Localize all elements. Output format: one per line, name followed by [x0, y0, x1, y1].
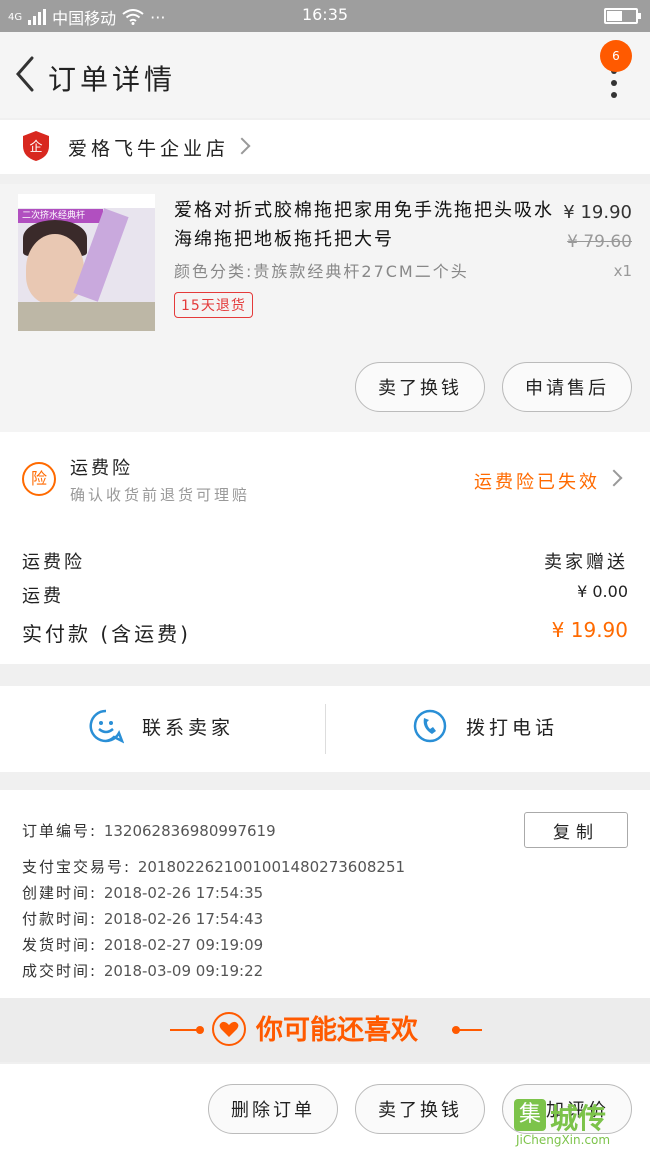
- completed-time-value: 2018-03-09 09:19:22: [103, 962, 264, 980]
- insurance-icon: 险: [22, 462, 56, 496]
- fee-paid-value: ¥ 19.90: [551, 618, 628, 642]
- phone-icon: [413, 709, 447, 743]
- fee-insurance-value: 卖家赠送: [544, 552, 628, 573]
- insurance-status[interactable]: 运费险已失效: [474, 468, 600, 494]
- call-phone-button[interactable]: 拨打电话: [412, 708, 558, 744]
- shipped-time-value: 2018-02-27 09:19:09: [103, 936, 264, 954]
- product-quantity: x1: [613, 262, 632, 280]
- recommend-banner: 你可能还喜欢: [0, 998, 650, 1062]
- refund-tag: 15天退货: [174, 292, 253, 318]
- image-top-strip: [18, 194, 155, 208]
- recommend-title: 你可能还喜欢: [256, 1015, 418, 1046]
- product-price: ¥ 19.90: [563, 202, 632, 223]
- nav-bar: 订单详情 6: [0, 32, 650, 118]
- heart-icon: [212, 1012, 246, 1046]
- chevron-right-icon: [233, 137, 251, 155]
- bottom-action-bar: 删除订单 卖了换钱 追加评价 集 城传 JiChengXin.com: [0, 1064, 650, 1155]
- battery-icon: [604, 8, 641, 24]
- fee-paid-label: 实付款 (含运费): [22, 622, 191, 646]
- watermark-name: 城传: [550, 1102, 607, 1135]
- more-menu-button[interactable]: [606, 68, 622, 98]
- created-time-label: 创建时间:: [22, 884, 98, 902]
- completed-time-row: 成交时间: 2018-03-09 09:19:22: [22, 960, 263, 981]
- fee-insurance-row: 运费险 卖家赠送: [22, 548, 628, 574]
- watermark-url: JiChengXin.com: [516, 1133, 611, 1147]
- sell-again-button[interactable]: 卖了换钱: [355, 362, 485, 412]
- product-image[interactable]: 二次挤水经典杆: [18, 194, 155, 331]
- status-bar: 4G 中国移动 ··· 16:35: [0, 0, 650, 32]
- alipay-label: 支付宝交易号:: [22, 858, 132, 876]
- recommend-right-line: [452, 1029, 482, 1031]
- contact-divider: [325, 704, 326, 754]
- order-info-section: 订单编号: 132062836980997619 复制 支付宝交易号: 2018…: [0, 790, 650, 998]
- paid-time-row: 付款时间: 2018-02-26 17:54:43: [22, 908, 263, 929]
- paid-time-label: 付款时间:: [22, 910, 98, 928]
- completed-time-label: 成交时间:: [22, 962, 98, 980]
- watermark-logo: 集 城传 JiChengXin.com: [514, 1097, 646, 1149]
- chevron-right-icon: [605, 469, 623, 487]
- order-number-row: 订单编号: 132062836980997619: [22, 820, 276, 841]
- product-title[interactable]: 爱格对折式胶棉拖把家用免手洗拖把头吸水海绵拖把地板拖托把大号: [174, 196, 554, 254]
- after-sale-button[interactable]: 申请售后: [502, 362, 632, 412]
- watermark-logo-box: 集: [514, 1099, 546, 1131]
- shipped-time-label: 发货时间:: [22, 936, 98, 954]
- contact-seller-button[interactable]: 联系卖家: [88, 708, 234, 744]
- chat-smile-icon: [89, 709, 124, 744]
- battery-level: [607, 11, 623, 21]
- paid-time-value: 2018-02-26 17:54:43: [103, 910, 264, 928]
- enterprise-shield-icon: 企: [23, 131, 49, 161]
- call-phone-label: 拨打电话: [466, 716, 559, 739]
- clock: 16:35: [301, 5, 349, 24]
- shield-text: 企: [29, 139, 42, 155]
- product-original-price: ¥ 79.60: [567, 232, 632, 252]
- copy-button[interactable]: 复制: [524, 812, 628, 848]
- product-sku: 颜色分类:贵族款经典杆27CM二个头: [174, 262, 469, 281]
- sell-again-bottom-button[interactable]: 卖了换钱: [355, 1084, 485, 1134]
- contact-section: 联系卖家 拨打电话: [0, 686, 650, 772]
- contact-seller-label: 联系卖家: [142, 716, 235, 739]
- shipped-time-row: 发货时间: 2018-02-27 09:19:09: [22, 934, 263, 955]
- page-title: 订单详情: [48, 63, 177, 96]
- order-number-label: 订单编号:: [22, 822, 98, 840]
- fee-insurance-label: 运费险: [22, 552, 85, 573]
- insurance-title: 运费险: [70, 458, 133, 479]
- fee-paid-row: 实付款 (含运费) ¥ 19.90: [22, 618, 628, 647]
- image-roller: [18, 302, 155, 331]
- created-time-value: 2018-02-26 17:54:35: [103, 884, 264, 902]
- created-time-row: 创建时间: 2018-02-26 17:54:35: [22, 882, 263, 903]
- back-arrow-icon[interactable]: [8, 54, 44, 94]
- heart-shape: [219, 1021, 239, 1037]
- insurance-section: 险 运费险 确认收货前退货可理赔 运费险已失效 运费险 卖家赠送 运费 ¥ 0.…: [0, 432, 650, 664]
- fee-shipping-value: ¥ 0.00: [577, 582, 628, 601]
- recommend-left-dot: [196, 1026, 204, 1034]
- insurance-subtitle: 确认收货前退货可理赔: [70, 486, 251, 504]
- fee-shipping-label: 运费: [22, 586, 64, 607]
- order-number-value: 132062836980997619: [103, 822, 276, 840]
- notification-badge: 6: [600, 40, 632, 72]
- product-card[interactable]: 二次挤水经典杆 爱格对折式胶棉拖把家用免手洗拖把头吸水海绵拖把地板拖托把大号 颜…: [0, 184, 650, 432]
- store-name: 爱格飞牛企业店: [68, 138, 230, 160]
- delete-order-button[interactable]: 删除订单: [208, 1084, 338, 1134]
- store-row[interactable]: 企 爱格飞牛企业店: [0, 120, 650, 174]
- alipay-value: 2018022621001001480273608251: [137, 858, 406, 876]
- alipay-row: 支付宝交易号: 2018022621001001480273608251: [22, 856, 405, 877]
- fee-shipping-row: 运费 ¥ 0.00: [22, 582, 628, 608]
